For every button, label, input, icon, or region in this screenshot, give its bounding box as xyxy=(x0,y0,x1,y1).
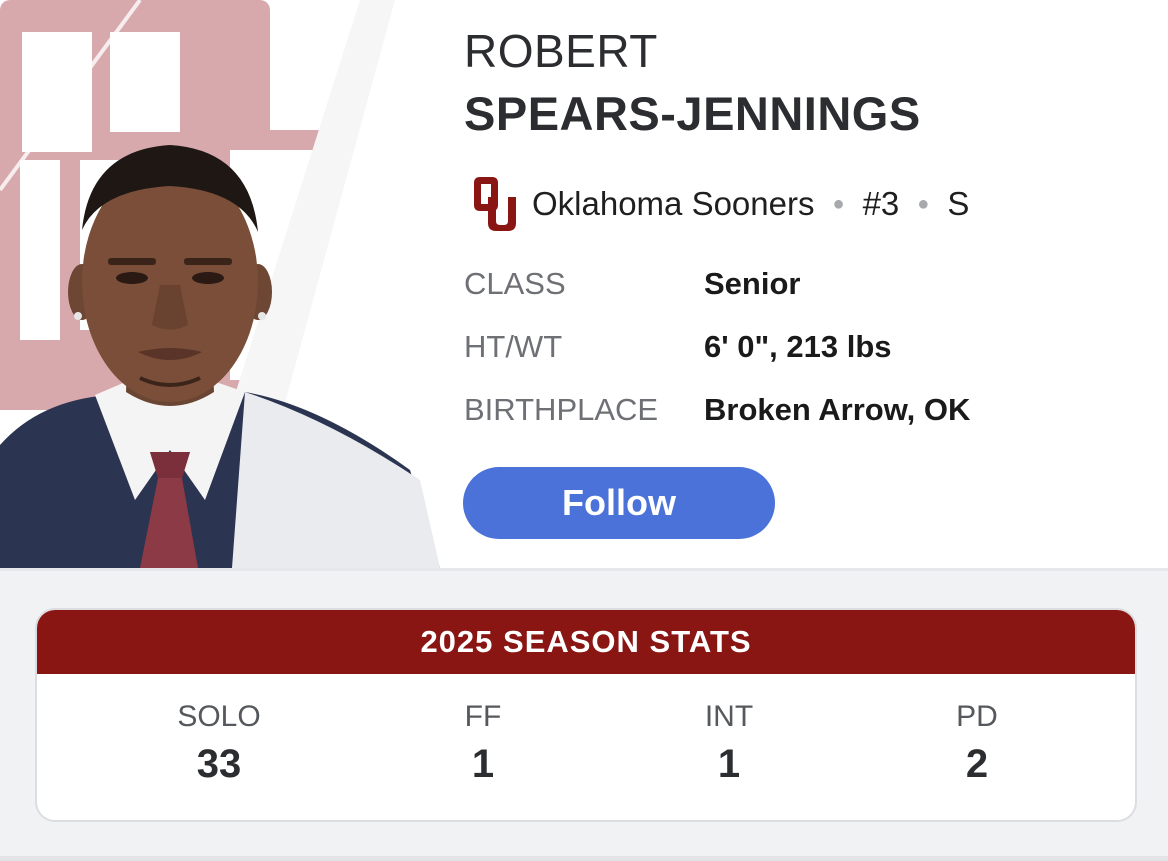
player-first-name: ROBERT xyxy=(464,25,658,77)
stat-value: 33 xyxy=(196,742,242,786)
divider xyxy=(0,856,1168,861)
info-label: CLASS xyxy=(464,266,566,301)
follow-button[interactable]: Follow xyxy=(463,467,775,539)
stat-label: INT xyxy=(704,700,754,733)
season-stats-card: 2025 SEASON STATS SOLO 33 FF 1 INT 1 PD … xyxy=(35,608,1137,822)
oklahoma-ou-logo-icon[interactable] xyxy=(470,175,518,233)
stat-ff: FF 1 xyxy=(383,700,583,787)
stat-label: PD xyxy=(956,700,998,733)
info-value: Senior xyxy=(704,266,801,301)
stat-int: INT 1 xyxy=(629,700,829,787)
player-last-name: SPEARS-JENNINGS xyxy=(464,87,921,140)
stat-label: SOLO xyxy=(177,700,261,733)
player-photo xyxy=(0,0,450,568)
stat-value: 1 xyxy=(471,742,495,786)
info-label: HT/WT xyxy=(464,329,563,364)
stat-solo: SOLO 33 xyxy=(119,700,319,787)
team-name-link[interactable]: Oklahoma Sooners xyxy=(532,185,814,223)
info-label: BIRTHPLACE xyxy=(464,392,659,427)
separator-dot: ● xyxy=(832,192,845,215)
stat-pd: PD 2 xyxy=(877,700,1077,787)
stats-title: 2025 SEASON STATS xyxy=(37,610,1135,674)
stat-value: 1 xyxy=(717,742,741,786)
stat-label: FF xyxy=(464,700,502,733)
info-value: 6' 0", 213 lbs xyxy=(704,329,892,364)
info-value: Broken Arrow, OK xyxy=(704,392,971,427)
team-row: Oklahoma Sooners ● #3 ● S xyxy=(470,174,969,234)
stat-value: 2 xyxy=(965,742,989,786)
jersey-number: #3 xyxy=(862,185,900,222)
separator-dot: ● xyxy=(917,192,930,215)
player-header: ROBERT SPEARS-JENNINGS Oklahoma Sooners … xyxy=(0,0,1168,568)
divider xyxy=(0,568,1168,571)
player-position: S xyxy=(947,185,970,222)
